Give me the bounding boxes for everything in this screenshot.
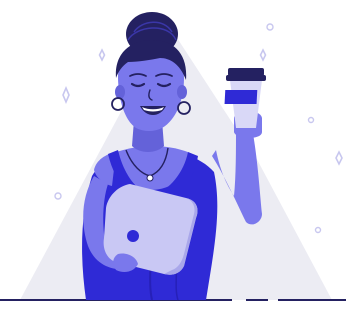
illustration-canvas	[0, 12, 346, 301]
illustration-scene	[0, 0, 348, 320]
